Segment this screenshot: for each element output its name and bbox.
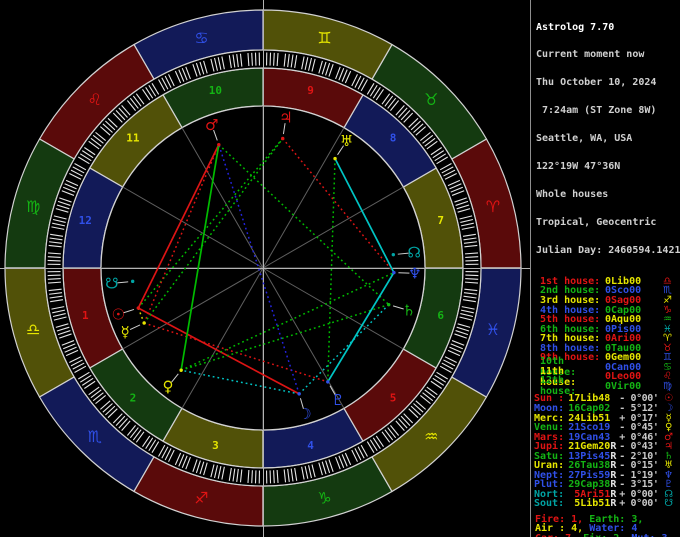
header-line-time: 7:24am (ST Zone 8W) [536, 105, 657, 117]
wheel-planet-glyph-venus: ♀ [162, 378, 173, 396]
sign-glyph-leo: ♌ [88, 90, 102, 109]
zodiac-sign-icon: ♍ [663, 380, 672, 392]
wheel-planet-glyph-sun: ☉ [112, 305, 125, 323]
wheel-planet-glyph-mercury: ☿ [120, 323, 129, 341]
header-line-moment: Current moment now [536, 49, 645, 61]
sign-glyph-aquarius: ♒ [424, 427, 438, 446]
info-sidebar: Astrolog 7.70 Current moment now Thu Oct… [530, 0, 680, 537]
app-title: Astrolog 7.70 [536, 21, 615, 33]
header-line-julian-day: Julian Day: 2460594.14214 [536, 244, 680, 256]
header-line-zodiac: Tropical, Geocentric [536, 216, 657, 228]
house-number-12: 12 [79, 214, 92, 227]
wheel-planet-glyph-northnode: ☊ [408, 244, 421, 262]
astrolog-window: ♈ ♉ ♊ ♋ ♌ ♍ ♎ ♏ ♐ ♑ ♒ ♓ 1 2 3 4 5 6 7 8 9 10 11 12 ☉ ☽ ☿ ♀ ♂ ♃ ♄ ♅ ♆ ♇ ☊ ☋ … [0, 0, 680, 537]
house-number-8: 8 [390, 131, 397, 144]
planet-latitude: + 0°00' [619, 498, 659, 510]
sign-glyph-cancer: ♋ [194, 29, 208, 48]
header-line-house-system: Whole houses [536, 188, 609, 200]
sign-glyph-pisces: ♓ [486, 320, 500, 339]
house-number-7: 7 [437, 214, 444, 227]
house-number-1: 1 [82, 309, 89, 322]
sign-glyph-taurus: ♉ [424, 90, 438, 109]
house-number-10: 10 [209, 84, 222, 97]
house-number-5: 5 [390, 392, 397, 405]
chart-header: Astrolog 7.70 Current moment now Thu Oct… [531, 0, 680, 274]
header-line-coords: 122°19W 47°36N [536, 161, 621, 173]
sign-glyph-virgo: ♍ [26, 197, 40, 216]
house-number-4: 4 [307, 439, 314, 452]
sign-glyph-libra: ♎ [26, 320, 40, 339]
house-cusp-value: 0Vir00 [605, 380, 642, 392]
wheel-planet-glyph-mars: ♂ [205, 116, 218, 134]
wheel-planet-glyph-saturn: ♄ [402, 302, 415, 320]
house-number-11: 11 [126, 131, 140, 144]
house-number-2: 2 [130, 392, 137, 405]
stat-segment: Car: 7, [535, 533, 583, 537]
wheel-planet-glyph-southnode: ☋ [105, 274, 118, 292]
wheel-planet-glyph-jupiter: ♃ [279, 109, 292, 127]
stat-segment: Mut: 3 [631, 533, 667, 537]
house-number-6: 6 [437, 309, 444, 322]
stats-block: Fire: 1, Earth: 3,Air : 4, Water: 4Car: … [531, 514, 680, 537]
header-line-date: Thu October 10, 2024 [536, 77, 657, 89]
wheel-planet-glyph-neptune: ♆ [408, 264, 421, 282]
house-number-3: 3 [212, 439, 219, 452]
sign-glyph-capricorn: ♑ [317, 488, 331, 507]
sign-glyph-gemini: ♊ [317, 29, 331, 48]
planet-position: 5Lib51 [574, 498, 611, 510]
planet-list: Sun :17Lib48- 0°00' ☉ Moon: 16Cap02- 5°12' ☽… [531, 393, 680, 510]
header-line-place: Seattle, WA, USA [536, 133, 633, 145]
house-list: 1st house: 0Lib00 ♎ 2nd house: 0Sco00 ♏ 3rd ho… [531, 276, 680, 398]
sign-glyph-scorpio: ♏ [88, 427, 102, 446]
wheel-planet-glyph-moon: ☽ [298, 405, 311, 423]
sign-glyph-aries: ♈ [486, 197, 500, 216]
planet-icon: ☋ [664, 498, 674, 510]
wheel-planet-glyph-pluto: ♇ [331, 391, 344, 409]
house-number-9: 9 [307, 84, 314, 97]
planet-row: Sout: 5Lib51 R + 0°00' ☋ [531, 498, 680, 510]
house-row: 12th house: 0Vir00 ♍ [531, 375, 680, 397]
planet-label: Sout: [534, 498, 565, 510]
retrograde-flag: R [610, 498, 617, 510]
sign-glyph-sagittarius: ♐ [194, 488, 208, 507]
wheel-planet-glyph-uranus: ♅ [340, 132, 353, 150]
stat-segment: Fix: 2, [583, 533, 631, 537]
